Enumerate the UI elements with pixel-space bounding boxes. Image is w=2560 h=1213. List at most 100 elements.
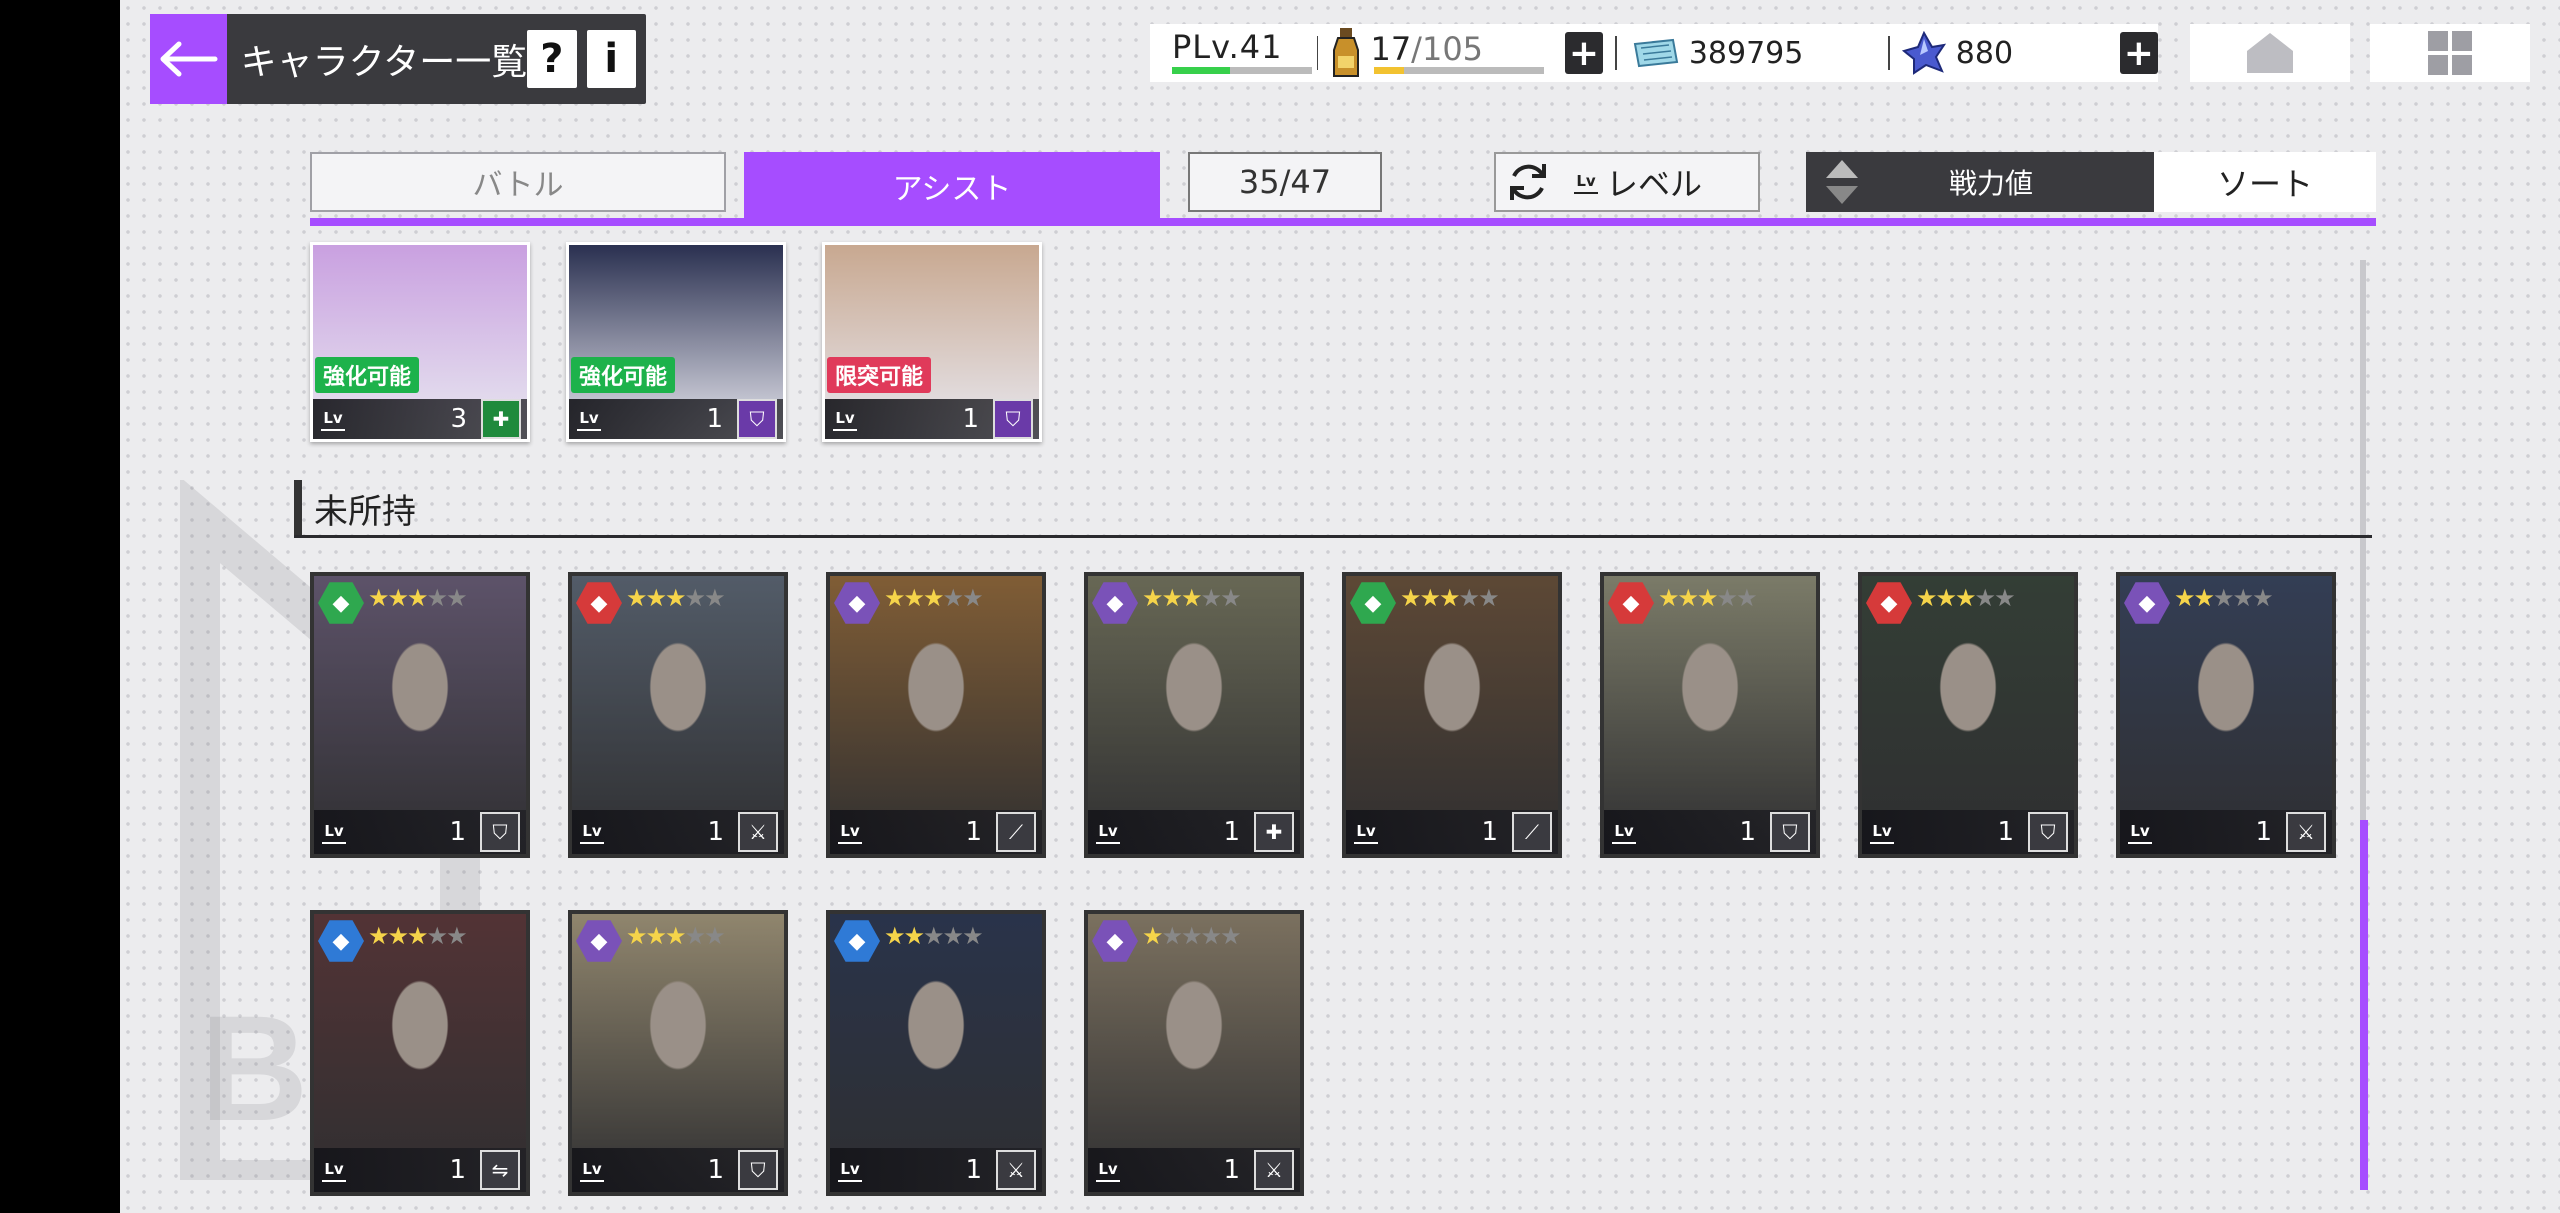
unowned-character-card[interactable]: ◆ ★★★★★ Lv 1 ⇋ [310, 910, 530, 1196]
star-icon: ★ [942, 922, 964, 950]
unowned-character-card[interactable]: ◆ ★★★★★ Lv 1 ⚔ [2116, 572, 2336, 858]
rarity-stars: ★★★★★ [884, 584, 984, 612]
level-icon: Lv [1612, 820, 1636, 844]
stamina-current: 17 [1370, 30, 1412, 68]
owned-character-card[interactable]: 限突可能 Lv 1 ⛉ [822, 242, 1042, 442]
star-icon: ★ [1974, 584, 1996, 612]
rarity-stars: ★★★★★ [884, 922, 984, 950]
star-icon: ★ [962, 922, 983, 950]
level-value: 1 [965, 817, 982, 847]
player-level-label: PLv.41 [1172, 28, 1283, 66]
shield-role-icon: ⛉ [738, 1150, 778, 1190]
star-icon: ★ [1419, 584, 1441, 612]
level-icon: Lv [322, 1158, 346, 1182]
rarity-stars: ★★★★★ [1400, 584, 1500, 612]
heal-role-icon: ✚ [1254, 812, 1294, 852]
rarity-stars: ★★★★★ [368, 922, 468, 950]
unowned-character-card[interactable]: ◆ ★★★★★ Lv 1 ⟋ [1342, 572, 1562, 858]
unowned-character-card[interactable]: ◆ ★★★★★ Lv 1 ⟋ [826, 572, 1046, 858]
slash-role-icon: ⟋ [1512, 812, 1552, 852]
level-value: 1 [449, 817, 466, 847]
exp-bar [1172, 67, 1312, 74]
level-value: 1 [1739, 817, 1756, 847]
sort-power-label: 戦力値 [1948, 167, 2033, 200]
unowned-character-card[interactable]: ◆ ★★★★★ Lv 1 ✚ [1084, 572, 1304, 858]
star-icon: ★ [665, 584, 686, 612]
help-button[interactable]: ? [527, 30, 577, 88]
star-icon: ★ [446, 584, 467, 612]
player-level: PLv.41 [1150, 24, 1312, 82]
level-strip: Lv 1 ⛉ [825, 399, 1039, 439]
heal-role-icon: ✚ [481, 399, 521, 439]
scrollbar-thumb[interactable] [2360, 820, 2368, 1190]
sort-by-level-button[interactable]: Lv レベル [1494, 152, 1760, 212]
owned-character-card[interactable]: 強化可能 Lv 1 ⛉ [566, 242, 786, 442]
level-icon: Lv [1096, 820, 1120, 844]
unowned-character-card[interactable]: ◆ ★★★★★ Lv 1 ⚔ [826, 910, 1046, 1196]
sort-button[interactable]: ソート [2154, 152, 2376, 212]
star-icon: ★ [942, 584, 964, 612]
star-icon: ★ [923, 584, 944, 612]
ticket-count: 389795 [1688, 35, 1804, 71]
sort-level-label: レベル [1606, 165, 1703, 203]
unowned-character-card[interactable]: ◆ ★★★★★ Lv 1 ⚔ [1084, 910, 1304, 1196]
sword-role-icon: ⚔ [2286, 812, 2326, 852]
star-icon: ★ [903, 922, 925, 950]
level-icon: Lv [321, 407, 345, 431]
gem-add-button[interactable]: + [2119, 32, 2158, 74]
back-button[interactable] [150, 14, 227, 104]
menu-button[interactable] [2370, 24, 2530, 82]
sword-role-icon: ⚔ [996, 1150, 1036, 1190]
level-strip: Lv 1 ⛉ [314, 810, 526, 854]
unowned-character-card[interactable]: ◆ ★★★★★ Lv 1 ⛉ [1858, 572, 2078, 858]
unowned-character-card[interactable]: ◆ ★★★★★ Lv 1 ⚔ [568, 572, 788, 858]
shield-role-icon: ⛉ [993, 399, 1033, 439]
rarity-stars: ★★★★★ [1142, 584, 1242, 612]
star-icon: ★ [1935, 584, 1957, 612]
star-icon: ★ [684, 922, 706, 950]
unowned-character-card[interactable]: ◆ ★★★★★ Lv 1 ⛉ [1600, 572, 1820, 858]
owned-character-card[interactable]: 強化可能 Lv 3 ✚ [310, 242, 530, 442]
divider [1887, 36, 1890, 70]
rarity-stars: ★★★★★ [626, 584, 726, 612]
stamina-max: /105 [1411, 30, 1484, 68]
level-strip: Lv 1 ⚔ [830, 1148, 1042, 1192]
unowned-character-card[interactable]: ◆ ★★★★★ Lv 1 ⛉ [568, 910, 788, 1196]
star-icon: ★ [1161, 584, 1183, 612]
sword-role-icon: ⚔ [1254, 1150, 1294, 1190]
stamina-bar [1374, 67, 1545, 74]
upgrade-badge: 強化可能 [571, 357, 676, 393]
info-button[interactable]: i [586, 30, 636, 88]
rarity-stars: ★★★★★ [1142, 922, 1242, 950]
star-icon: ★ [1142, 584, 1163, 612]
stamina-bottle-icon [1333, 28, 1360, 77]
shield-role-icon: ⛉ [480, 812, 520, 852]
level-strip: Lv 1 ⛉ [569, 399, 783, 439]
home-icon [2247, 33, 2293, 73]
home-button[interactable] [2190, 24, 2350, 82]
rarity-stars: ★★★★★ [626, 922, 726, 950]
grid-menu-icon [2428, 31, 2472, 75]
screen: BA キャラクター一覧 ? i PLv.41 17/105 + 389795 8… [120, 0, 2560, 1213]
level-icon: Lv [580, 820, 604, 844]
level-strip: Lv 1 ⇋ [314, 1148, 526, 1192]
tab-underline [310, 218, 2376, 226]
star-icon: ★ [1161, 922, 1183, 950]
stamina-add-button[interactable]: + [1564, 32, 1604, 74]
tab-assist[interactable]: アシスト [744, 152, 1160, 220]
tab-battle[interactable]: バトル [310, 152, 726, 212]
star-icon: ★ [368, 922, 389, 950]
star-icon: ★ [1439, 584, 1460, 612]
header-bar: キャラクター一覧 ? i [150, 14, 646, 104]
star-icon: ★ [2213, 584, 2234, 612]
shield-role-icon: ⛉ [737, 399, 777, 439]
star-icon: ★ [1697, 584, 1718, 612]
star-icon: ★ [645, 584, 667, 612]
star-icon: ★ [1220, 922, 1241, 950]
level-strip: Lv 1 ⚔ [1088, 1148, 1300, 1192]
upgrade-badge: 強化可能 [315, 357, 420, 393]
level-strip: Lv 1 ⛉ [1862, 810, 2074, 854]
star-icon: ★ [2193, 584, 2215, 612]
unowned-character-card[interactable]: ◆ ★★★★★ Lv 1 ⛉ [310, 572, 530, 858]
section-title: 未所持 [314, 492, 416, 532]
